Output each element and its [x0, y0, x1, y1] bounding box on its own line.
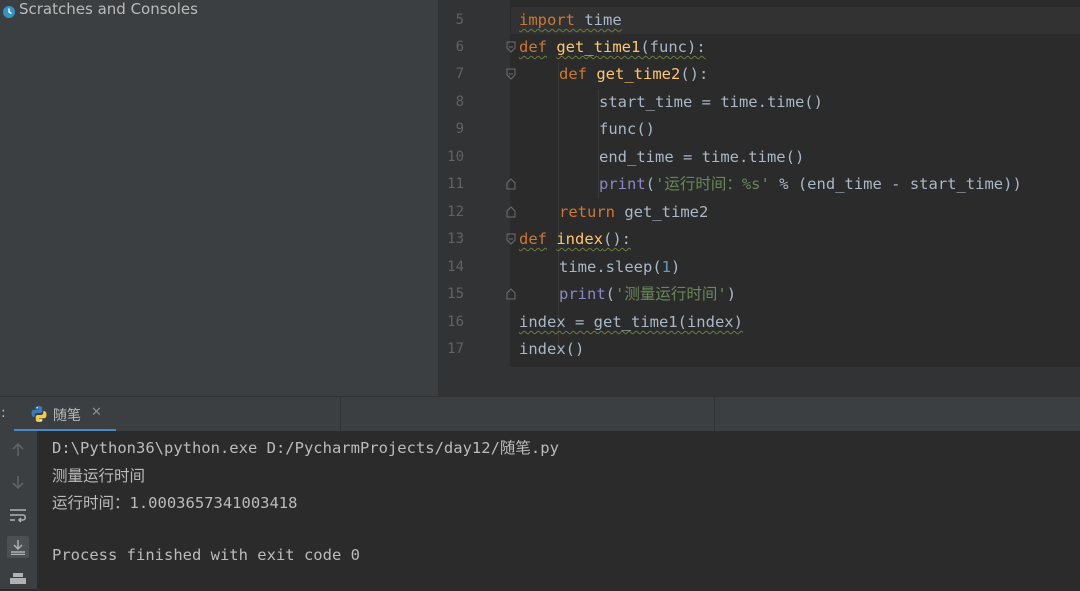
line-number: 11	[447, 176, 464, 192]
scroll-to-end-icon	[11, 540, 25, 555]
function-name: index	[556, 230, 604, 248]
code-line-12: 12 return get_time2	[438, 199, 1080, 226]
line-number: 16	[447, 314, 464, 330]
code-line-17: 17 index()	[438, 336, 1080, 363]
line-number: 10	[447, 149, 464, 165]
builtin-print: print	[559, 285, 606, 303]
run-tab-label: 随笔	[53, 408, 81, 424]
code-text: index()	[519, 340, 585, 358]
code-line-11: 11 print('运行时间：%s' % (end_time - start_t…	[438, 171, 1080, 198]
code-line-15: 15 print('测量运行时间')	[438, 281, 1080, 308]
code-text: func()	[599, 120, 655, 138]
line-number: 8	[455, 94, 464, 110]
line-number: 6	[455, 39, 464, 55]
scroll-to-end-button[interactable]	[7, 536, 29, 558]
soft-wrap-icon	[10, 509, 26, 523]
code-line-14: 14 time.sleep(1)	[438, 254, 1080, 281]
code-text: print('测量运行时间')	[559, 281, 736, 308]
scratches-icon	[3, 6, 15, 18]
fold-open-icon[interactable]	[506, 233, 516, 245]
printer-icon	[10, 573, 26, 584]
console-line: D:\Python36\python.exe D:/PycharmProject…	[52, 439, 559, 457]
fold-end-icon[interactable]	[506, 178, 516, 190]
print-button[interactable]	[7, 569, 29, 591]
module-time: time	[575, 11, 622, 29]
params: (func):	[640, 38, 706, 56]
up-stack-frame-button[interactable]	[7, 439, 29, 461]
close-icon[interactable]: ✕	[91, 405, 102, 420]
code-text: end_time = time.time()	[599, 148, 805, 166]
run-side-toolbar	[0, 431, 37, 589]
line-number: 15	[447, 286, 464, 302]
fold-end-icon[interactable]	[506, 288, 516, 300]
code-line-13: 13 def index():	[438, 226, 1080, 253]
line-number: 17	[447, 341, 464, 357]
fold-end-icon[interactable]	[506, 206, 516, 218]
string-literal: '运行时间：%s'	[655, 175, 770, 193]
keyword-def: def	[519, 230, 547, 248]
params: ():	[603, 230, 632, 248]
scratches-and-consoles-item[interactable]: Scratches and Consoles	[0, 0, 198, 18]
open-paren: (	[605, 285, 616, 303]
fold-open-icon[interactable]	[506, 68, 516, 80]
keyword-import: import	[519, 11, 575, 29]
run-tab-suibi[interactable]: 随笔 ✕	[14, 397, 116, 432]
line-number: 13	[447, 231, 464, 247]
console-line: Process finished with exit code 0	[52, 546, 360, 564]
project-panel: Scratches and Consoles	[0, 0, 438, 396]
code-line-7: 7 def get_time2():	[438, 61, 1080, 88]
code-text: def get_time1(func):	[519, 34, 706, 61]
code-text: import time	[519, 7, 622, 34]
function-name: get_time2	[596, 65, 681, 83]
python-icon	[31, 406, 47, 422]
code-text: start_time = time.time()	[599, 93, 823, 111]
down-stack-frame-button[interactable]	[7, 471, 29, 493]
expression: % (end_time - start_time))	[769, 175, 1022, 193]
string-literal: '测量运行时间'	[615, 285, 727, 303]
code-line-8: 8 start_time = time.time()	[438, 89, 1080, 116]
code-text: def get_time2():	[559, 61, 708, 88]
function-name: get_time1	[556, 38, 641, 56]
line-number: 5	[455, 12, 464, 28]
toolwindow-title-suffix: :	[1, 405, 6, 421]
keyword-return: return	[559, 203, 615, 221]
code-text: time.sleep(1)	[559, 254, 680, 281]
fold-open-icon[interactable]	[506, 41, 516, 53]
code-text: def index():	[519, 226, 631, 253]
call-suffix: )	[671, 258, 681, 276]
number-literal: 1	[661, 258, 671, 276]
code-line-9: 9 func()	[438, 116, 1080, 143]
line-number: 9	[455, 121, 464, 137]
code-line-16: 16 index = get_time1(index)	[438, 309, 1080, 336]
soft-wrap-button[interactable]	[7, 504, 29, 526]
run-toolwindow-header: : 随笔 ✕	[0, 396, 1080, 432]
params: ():	[680, 65, 709, 83]
code-line-6: 6 def get_time1(func):	[438, 34, 1080, 61]
arrow-up-icon	[12, 442, 24, 456]
console-line: 测量运行时间	[52, 467, 146, 485]
console-line: 运行时间：1.0003657341003418	[52, 494, 298, 512]
keyword-def: def	[559, 65, 587, 83]
code-editor[interactable]: 5 import time 6 def get_time1(func): 7 d…	[438, 0, 1080, 396]
keyword-def: def	[519, 38, 547, 56]
code-line-5: 5 import time	[438, 7, 1080, 34]
open-paren: (	[645, 175, 656, 193]
line-number: 14	[447, 259, 464, 275]
line-number: 12	[447, 204, 464, 220]
editor-bottom-strip	[438, 367, 1080, 396]
header-divider	[340, 397, 341, 432]
header-divider	[714, 397, 715, 432]
run-console[interactable]: D:\Python36\python.exe D:/PycharmProject…	[37, 431, 1080, 589]
line-number: 7	[455, 66, 464, 82]
code-line-10: 10 end_time = time.time()	[438, 144, 1080, 171]
arrow-down-icon	[12, 476, 24, 490]
close-paren: )	[726, 285, 737, 303]
code-text: return get_time2	[559, 199, 708, 226]
return-value: get_time2	[615, 203, 709, 221]
code-text: print('运行时间：%s' % (end_time - start_time…	[599, 171, 1022, 198]
call-prefix: time.sleep(	[559, 258, 662, 276]
scratches-label: Scratches and Consoles	[19, 0, 198, 18]
builtin-print: print	[599, 175, 646, 193]
code-text: index = get_time1(index)	[519, 313, 743, 331]
